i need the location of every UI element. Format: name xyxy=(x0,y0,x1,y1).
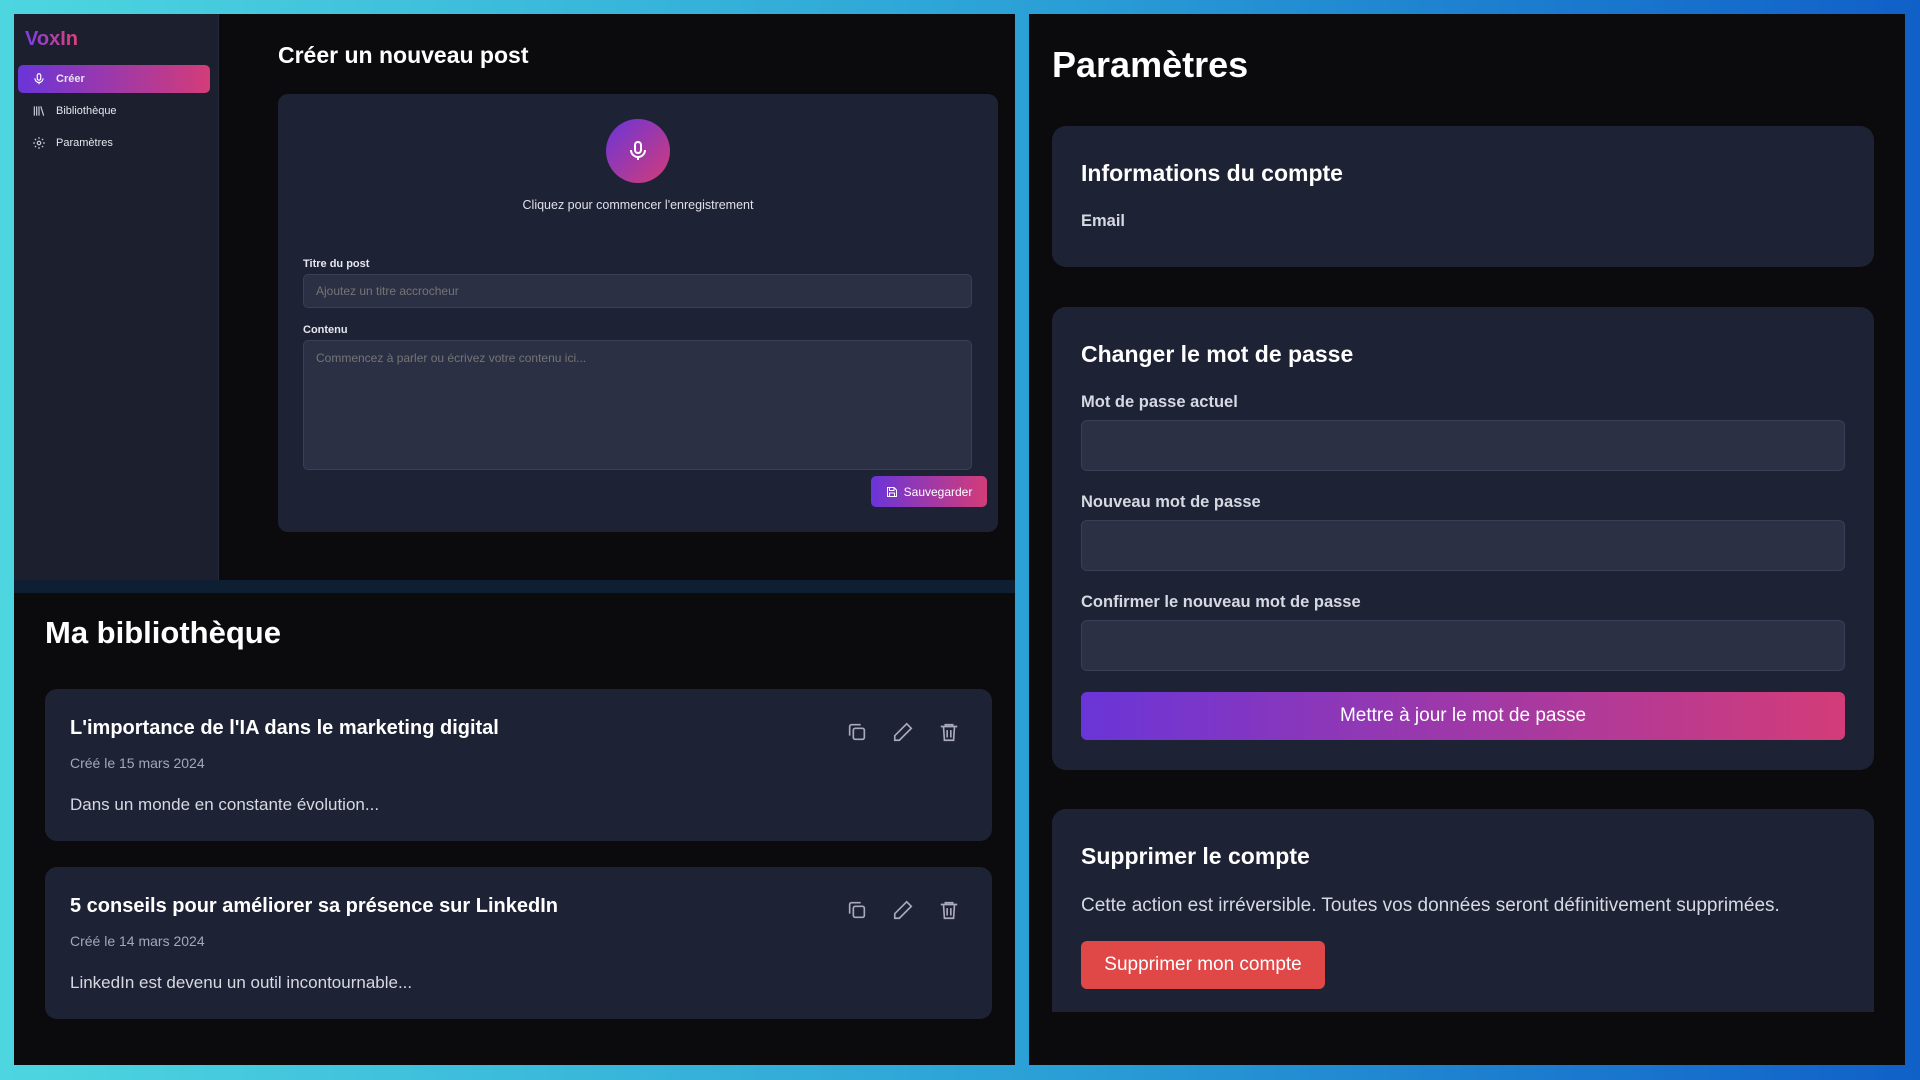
current-password-label: Mot de passe actuel xyxy=(1081,393,1238,411)
post-date: Créé le 15 mars 2024 xyxy=(70,755,205,771)
post-date: Créé le 14 mars 2024 xyxy=(70,933,205,949)
save-icon xyxy=(886,486,897,497)
email-label: Email xyxy=(1081,212,1126,230)
sidebar-item-label: Paramètres xyxy=(56,137,113,149)
save-button[interactable]: Sauvegarder xyxy=(871,476,987,507)
gear-icon xyxy=(33,137,45,149)
post-title: 5 conseils pour améliorer sa présence su… xyxy=(70,895,558,917)
password-title: Changer le mot de passe xyxy=(1081,341,1354,367)
copy-button[interactable] xyxy=(844,897,870,923)
current-password-input[interactable] xyxy=(1081,420,1845,471)
sidebar-item-label: Créer xyxy=(56,73,85,85)
library-window: Ma bibliothèque L'importance de l'IA dan… xyxy=(14,593,1015,1065)
delete-account-button[interactable]: Supprimer mon compte xyxy=(1081,941,1325,989)
mic-icon xyxy=(34,73,44,85)
record-button[interactable] xyxy=(606,119,670,183)
sidebar-item-library[interactable]: Bibliothèque xyxy=(18,97,210,125)
new-password-label: Nouveau mot de passe xyxy=(1081,493,1261,511)
trash-icon xyxy=(940,901,958,920)
sidebar-item-create[interactable]: Créer xyxy=(18,65,210,93)
new-password-input[interactable] xyxy=(1081,520,1845,571)
account-title: Informations du compte xyxy=(1081,160,1343,186)
library-icon xyxy=(33,106,45,116)
delete-button[interactable] xyxy=(936,897,962,923)
post-excerpt: LinkedIn est devenu un outil incontourna… xyxy=(70,973,413,992)
confirm-password-input[interactable] xyxy=(1081,620,1845,671)
account-card: Informations du compte Email xyxy=(1052,126,1874,267)
mic-icon xyxy=(630,141,646,160)
post-card[interactable]: L'importance de l'IA dans le marketing d… xyxy=(45,689,992,841)
window-divider xyxy=(14,580,1015,593)
post-title: L'importance de l'IA dans le marketing d… xyxy=(70,717,499,739)
edit-button[interactable] xyxy=(890,897,916,923)
content-label: Contenu xyxy=(303,324,348,336)
password-card: Changer le mot de passe Mot de passe act… xyxy=(1052,307,1874,770)
pencil-icon xyxy=(893,722,913,742)
delete-account-card: Supprimer le compte Cette action est irr… xyxy=(1052,809,1874,1012)
confirm-password-label: Confirmer le nouveau mot de passe xyxy=(1081,593,1361,611)
settings-window: Paramètres Informations du compte Email … xyxy=(1029,14,1905,1065)
post-title-input[interactable] xyxy=(303,274,972,308)
copy-icon xyxy=(848,723,866,741)
brand-logo[interactable]: VoxIn xyxy=(25,28,78,51)
post-title-label: Titre du post xyxy=(303,258,370,270)
trash-icon xyxy=(940,723,958,742)
settings-title: Paramètres xyxy=(1052,44,1249,85)
create-post-window: VoxIn Créer Bibliothèque Paramètres Crée… xyxy=(14,14,1015,580)
post-excerpt: Dans un monde en constante évolution... xyxy=(70,795,380,814)
pencil-icon xyxy=(893,900,913,920)
sidebar: VoxIn Créer Bibliothèque Paramètres xyxy=(14,14,219,580)
content-textarea[interactable] xyxy=(303,340,972,470)
update-password-button[interactable]: Mettre à jour le mot de passe xyxy=(1081,692,1845,740)
post-card[interactable]: 5 conseils pour améliorer sa présence su… xyxy=(45,867,992,1019)
sidebar-item-settings[interactable]: Paramètres xyxy=(18,129,210,157)
delete-account-title: Supprimer le compte xyxy=(1081,843,1310,869)
copy-icon xyxy=(848,901,866,919)
sidebar-item-label: Bibliothèque xyxy=(56,105,117,117)
save-label: Sauvegarder xyxy=(903,484,973,499)
copy-button[interactable] xyxy=(844,719,870,745)
edit-button[interactable] xyxy=(890,719,916,745)
page-title: Créer un nouveau post xyxy=(278,42,529,68)
record-hint: Cliquez pour commencer l'enregistrement xyxy=(522,198,754,212)
library-title: Ma bibliothèque xyxy=(45,615,281,650)
delete-warning: Cette action est irréversible. Toutes vo… xyxy=(1081,895,1780,916)
create-card: Cliquez pour commencer l'enregistrement … xyxy=(278,94,998,532)
delete-button[interactable] xyxy=(936,719,962,745)
